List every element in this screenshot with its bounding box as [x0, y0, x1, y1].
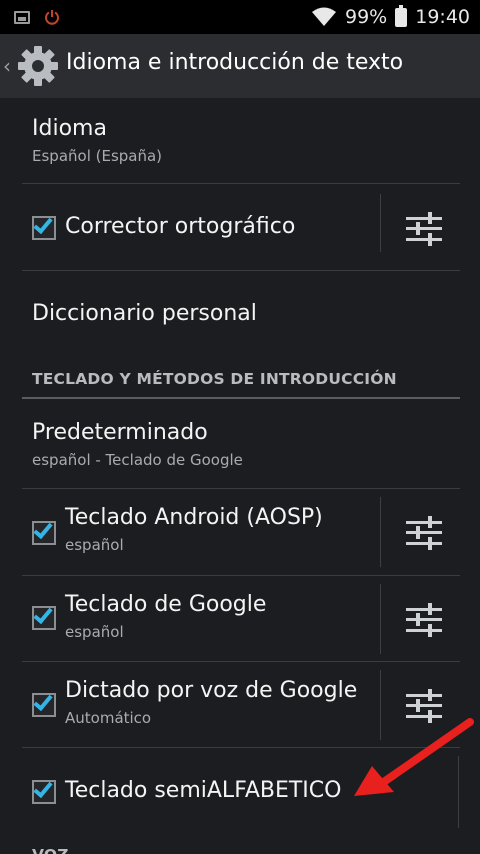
list-item-aosp[interactable]: Teclado Android (AOSP) español [0, 489, 480, 575]
settings-sliders-icon[interactable] [406, 603, 442, 637]
settings-gear-icon[interactable] [16, 44, 60, 88]
page-title: Idioma e introducción de texto [66, 50, 404, 75]
check-mark-icon [33, 777, 53, 799]
clock: 19:40 [415, 6, 470, 28]
item-title: Dictado por voz de Google [65, 678, 358, 703]
section-divider [22, 397, 460, 399]
aosp-checkbox[interactable] [32, 518, 56, 545]
semialfabetico-checkbox[interactable] [32, 777, 56, 804]
check-mark-icon [33, 213, 53, 235]
list-item-predeterminado[interactable]: Predeterminado español - Teclado de Goog… [0, 400, 480, 488]
section-header-keyboards: TECLADO Y MÉTODOS DE INTRODUCCIÓN [32, 370, 397, 388]
check-mark-icon [33, 690, 53, 712]
annotation-arrow-icon [354, 718, 474, 796]
battery-percent: 99% [345, 6, 388, 28]
vertical-separator [380, 497, 381, 567]
settings-sliders-icon[interactable] [406, 212, 442, 246]
item-title: Diccionario personal [32, 301, 257, 326]
dictado-checkbox[interactable] [32, 690, 56, 717]
item-title: Teclado Android (AOSP) [65, 505, 323, 530]
item-summary: Español (España) [32, 147, 163, 165]
google-keyboard-checkbox[interactable] [32, 603, 56, 630]
list-item-corrector[interactable]: Corrector ortográfico [0, 184, 480, 270]
item-summary: español [65, 623, 124, 641]
item-title: Idioma [32, 116, 107, 141]
battery-icon [395, 4, 408, 27]
item-summary: español [65, 536, 124, 554]
vertical-separator [380, 584, 381, 654]
check-mark-icon [33, 518, 53, 540]
list-item-google-keyboard[interactable]: Teclado de Google español [0, 576, 480, 662]
item-title: Predeterminado [32, 420, 208, 445]
item-title: Teclado semiALFABETICO [65, 778, 342, 803]
list-item-idioma[interactable]: Idioma Español (España) [0, 98, 480, 184]
item-title: Teclado de Google [65, 592, 267, 617]
item-summary: español - Teclado de Google [32, 451, 243, 469]
item-summary: Automático [65, 709, 152, 727]
status-bar: 99% 19:40 [0, 0, 480, 34]
list-item-diccionario[interactable]: Diccionario personal [0, 271, 480, 357]
section-header-voz: VOZ [32, 846, 69, 854]
item-title: Corrector ortográfico [65, 214, 296, 239]
back-chevron-icon[interactable]: ‹ [3, 56, 11, 76]
check-mark-icon [33, 603, 53, 625]
settings-sliders-icon[interactable] [406, 516, 442, 550]
power-icon [45, 10, 59, 25]
action-bar: ‹ Idioma e introducción de texto [0, 34, 480, 98]
corrector-checkbox[interactable] [32, 213, 56, 240]
wifi-icon [312, 7, 336, 26]
vertical-separator [380, 194, 381, 252]
image-notification-icon [14, 10, 30, 24]
